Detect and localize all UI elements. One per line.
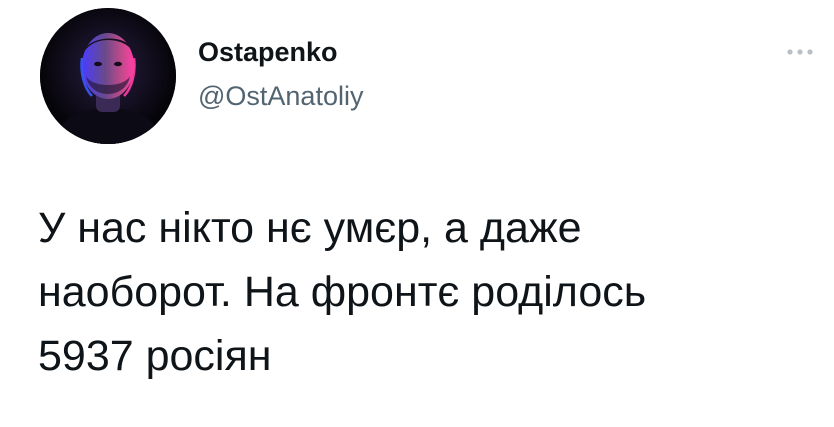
tweet-card: Ostapenko @OstAnatoliy У нас нікто нє ум… [0, 0, 834, 427]
more-options-button[interactable] [780, 40, 820, 64]
tweet-text-line: У нас нікто нє умєр, а даже [38, 204, 582, 252]
tweet-text-line: наоборот. На фронтє роділось [38, 268, 647, 316]
profile-photo-icon [40, 8, 176, 144]
tweet-text-line: 5937 росіян [38, 332, 272, 380]
avatar[interactable] [40, 8, 176, 144]
tweet-text: У нас нікто нє умєр, а даже наоборот. На… [38, 196, 818, 388]
display-name[interactable]: Ostapenko [198, 36, 338, 68]
user-handle[interactable]: @OstAnatoliy [198, 80, 363, 112]
more-dots-icon [787, 49, 813, 55]
